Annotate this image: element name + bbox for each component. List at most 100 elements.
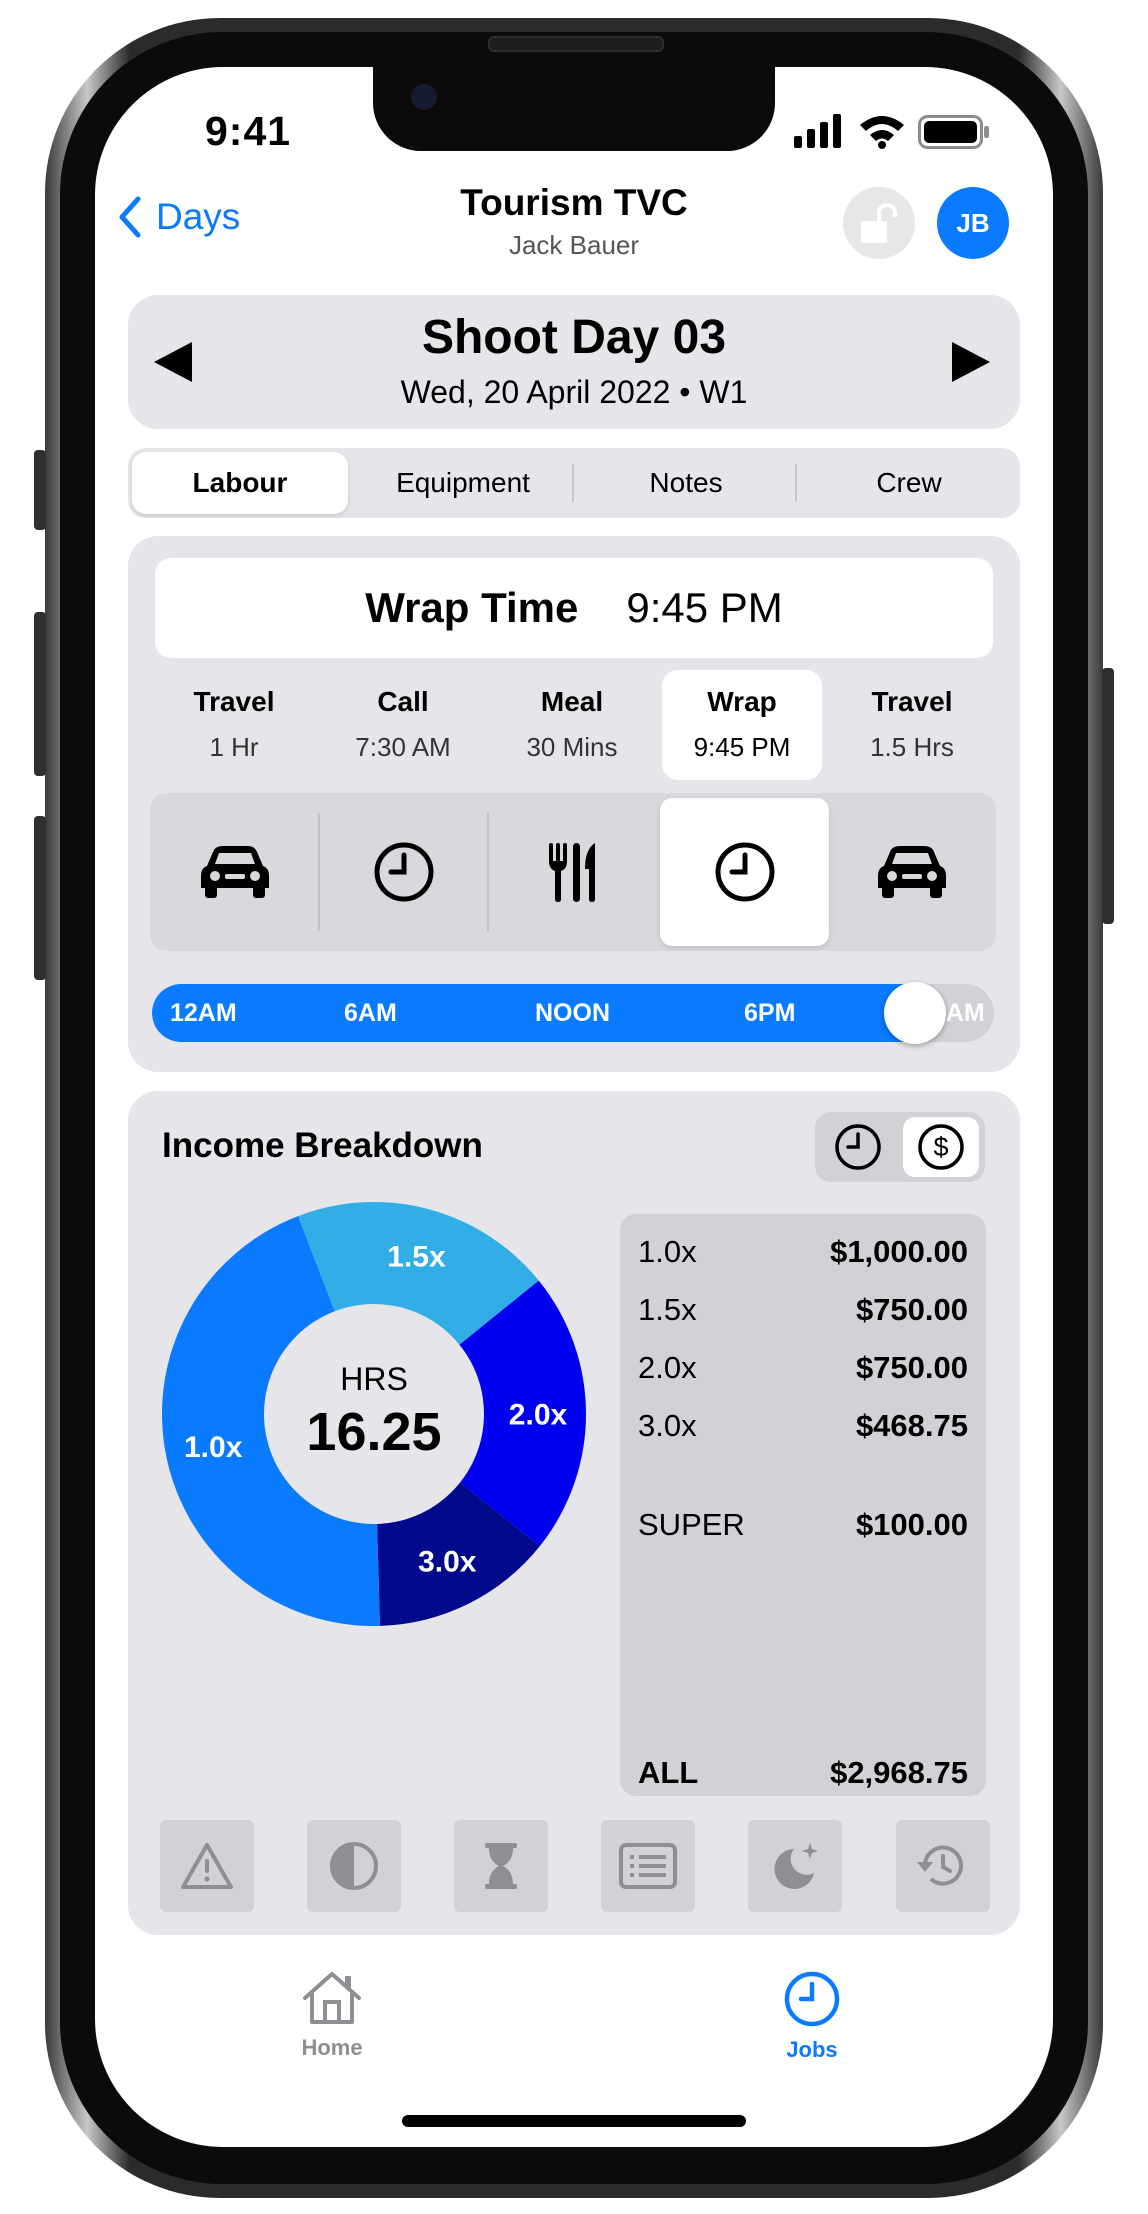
hourglass-icon: [485, 1843, 517, 1889]
phase-wrap[interactable]: Wrap 9:45 PM: [662, 670, 822, 780]
rate-amount: $1,000.00: [830, 1234, 968, 1269]
home-icon: [303, 1972, 361, 2024]
travel-home-button[interactable]: [827, 793, 996, 951]
phase-travel-home[interactable]: Travel 1.5 Hrs: [832, 670, 992, 780]
table-row: 1.5x $750.00: [638, 1292, 968, 1328]
job-title: Tourism TVC: [460, 182, 688, 223]
cellular-signal-icon: [794, 114, 841, 148]
tabbar-jobs-label: Jobs: [786, 2037, 838, 2062]
fork-knife-icon: [548, 843, 595, 902]
tabbar-home-label: Home: [301, 2035, 363, 2060]
clock-icon: [715, 842, 774, 902]
front-camera: [411, 84, 437, 110]
rate-label: 1.0x: [638, 1234, 697, 1269]
tab-crew[interactable]: Crew: [801, 452, 1017, 514]
slider-fill: [152, 984, 915, 1042]
rate-label: 2.0x: [638, 1350, 697, 1385]
tab-divider: [572, 464, 574, 502]
super-amount: $100.00: [855, 1507, 968, 1542]
donut-label-1-0x: 1.0x: [184, 1431, 243, 1464]
table-row: 2.0x $750.00: [638, 1350, 968, 1386]
rate-label: 1.5x: [638, 1292, 697, 1327]
history-button[interactable]: [896, 1820, 990, 1912]
donut-center-value: 16.25: [306, 1402, 441, 1462]
svg-text:$: $: [933, 1132, 948, 1162]
phase-name: Travel: [193, 686, 275, 717]
table-row: 3.0x $468.75: [638, 1408, 968, 1444]
clock-icon: [835, 1124, 881, 1170]
tabbar-jobs[interactable]: Jobs: [742, 1970, 882, 2063]
day-title: Shoot Day 03: [421, 311, 727, 364]
nav-title: Tourism TVC Jack Bauer: [420, 182, 728, 261]
meal-button[interactable]: [488, 793, 657, 951]
night-button[interactable]: [748, 1820, 842, 1912]
phase-travel-out[interactable]: Travel 1 Hr: [154, 670, 314, 780]
back-button[interactable]: Days: [118, 196, 240, 238]
section-tabs: Labour Equipment Notes Crew: [128, 448, 1020, 518]
call-button[interactable]: [319, 793, 488, 951]
wrap-time-display: Wrap Time 9:45 PM: [155, 558, 993, 658]
tool-row: [160, 1820, 990, 1912]
volume-up-button: [34, 612, 46, 776]
clock-icon: [784, 1971, 840, 2027]
donut-label-1-5x: 1.5x: [387, 1241, 446, 1274]
lock-button[interactable]: [843, 187, 915, 259]
phase-name: Meal: [540, 686, 604, 717]
income-table: 1.0x $1,000.00 1.5x $750.00 2.0x $750.00…: [620, 1214, 986, 1796]
hours-toggle[interactable]: [820, 1117, 896, 1177]
tab-equipment[interactable]: Equipment: [355, 452, 571, 514]
warning-button[interactable]: [160, 1820, 254, 1912]
phase-name: Travel: [871, 686, 953, 717]
avatar[interactable]: JB: [937, 187, 1009, 259]
total-label: ALL: [638, 1755, 699, 1790]
income-title: Income Breakdown: [162, 1126, 483, 1165]
tick-12am: 12AM: [170, 999, 237, 1027]
tab-labour[interactable]: Labour: [132, 452, 348, 514]
car-icon: [200, 846, 269, 898]
back-label: Days: [156, 196, 241, 237]
chevron-left-icon: [119, 196, 141, 238]
next-day-button[interactable]: [952, 342, 990, 382]
wrap-time-value: 9:45 PM: [626, 584, 783, 631]
earpiece-speaker: [488, 36, 664, 52]
wrap-button[interactable]: [660, 798, 829, 946]
tick-noon: NOON: [535, 999, 610, 1027]
warning-icon: [181, 1843, 233, 1889]
phase-icon-selector: [150, 793, 996, 951]
tick-6pm: 6PM: [744, 999, 796, 1027]
clock-icon: [374, 842, 433, 902]
super-label: SUPER: [638, 1507, 745, 1542]
phase-value: 7:30 AM: [355, 732, 451, 762]
day-subtitle: Wed, 20 April 2022 • W1: [400, 374, 748, 410]
wrap-time-label: Wrap Time: [365, 584, 579, 631]
donut-label-2-0x: 2.0x: [509, 1398, 568, 1431]
home-indicator: [402, 2115, 746, 2127]
hourglass-button[interactable]: [454, 1820, 548, 1912]
time-slider[interactable]: 12AM 6AM NOON 6PM 12AM: [152, 984, 994, 1042]
slider-thumb[interactable]: [883, 982, 946, 1044]
car-icon: [877, 846, 946, 898]
unlock-icon: [861, 203, 897, 243]
contrast-button[interactable]: [307, 1820, 401, 1912]
phase-meal[interactable]: Meal 30 Mins: [492, 670, 652, 780]
phase-value: 9:45 PM: [693, 732, 791, 762]
phase-call[interactable]: Call 7:30 AM: [323, 670, 483, 780]
phase-value: 1 Hr: [209, 732, 259, 762]
battery-icon: [918, 115, 989, 149]
hours-dollars-toggle: $: [815, 1112, 985, 1182]
tabbar-home[interactable]: Home: [262, 1970, 402, 2061]
mute-switch: [34, 450, 46, 530]
notch: [373, 67, 775, 151]
tab-notes[interactable]: Notes: [578, 452, 794, 514]
dollar-icon: $: [918, 1124, 964, 1170]
donut-label-3-0x: 3.0x: [418, 1546, 477, 1579]
travel-out-button[interactable]: [150, 793, 319, 951]
dollars-toggle[interactable]: $: [903, 1117, 979, 1177]
donut-center-label: HRS: [340, 1361, 408, 1397]
timesheet-button[interactable]: [601, 1820, 695, 1912]
rate-amount: $468.75: [855, 1408, 968, 1443]
tab-divider: [795, 464, 797, 502]
total-amount: $2,968.75: [830, 1755, 968, 1790]
list-icon: [619, 1843, 677, 1889]
rate-label: 3.0x: [638, 1408, 697, 1443]
